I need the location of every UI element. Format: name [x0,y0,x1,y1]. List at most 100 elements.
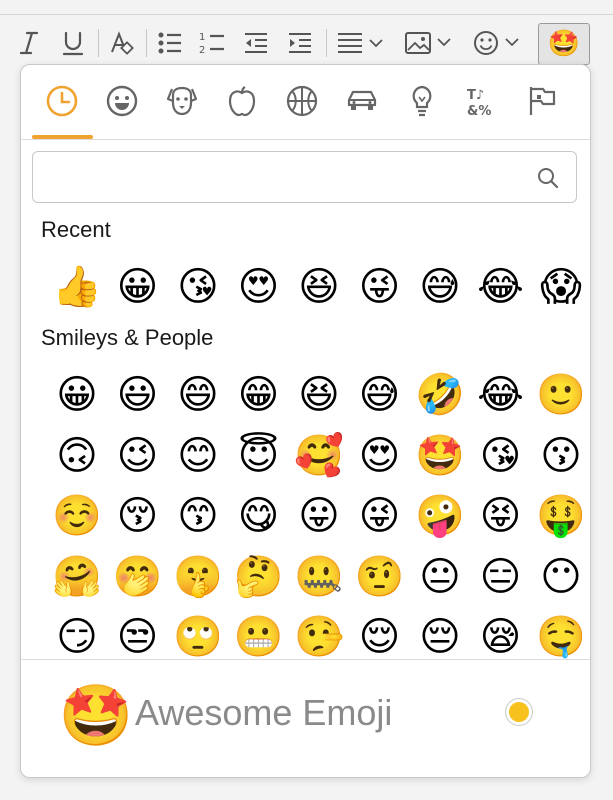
smiley-emoji[interactable]: 😊 [174,432,222,480]
smiley-emoji[interactable]: 😘 [477,432,525,480]
align-icon[interactable] [334,25,390,61]
flags-icon [529,87,556,115]
smiley-emoji[interactable]: 😇 [235,432,283,480]
tab-animals[interactable] [159,79,205,123]
car-icon [347,90,377,110]
tab-activities[interactable] [279,79,325,123]
smiley-emoji[interactable]: 😏 [53,613,101,659]
underline-icon[interactable] [58,25,88,61]
smiley-emoji[interactable]: 😶 [537,553,585,601]
smiley-emoji[interactable]: 🙄 [173,613,223,659]
recent-emoji[interactable]: 😆 [295,263,343,311]
recent-emoji[interactable]: 😜 [356,263,404,311]
recent-emoji[interactable]: 😂 [477,263,525,311]
smiley-emoji[interactable]: 😅 [356,371,404,419]
recent-emoji[interactable]: 😅 [416,263,464,311]
smiley-emoji[interactable]: 🤗 [52,553,102,601]
smiley-emoji[interactable]: 😚 [114,492,162,540]
increase-indent-icon[interactable] [284,25,316,61]
smiley-emoji[interactable]: 😪 [477,613,525,659]
emoji-search-box[interactable] [32,151,577,203]
awesome-emoji-button[interactable]: 🤩 [538,23,590,65]
preview-emoji: 🤩 [58,680,134,751]
svg-text:T♪: T♪ [467,88,484,103]
apple-icon [228,86,256,117]
tab-recent[interactable] [39,79,85,123]
smiley-emoji[interactable]: 😉 [114,432,162,480]
smiley-emoji[interactable]: 😝 [477,492,525,540]
recent-emoji[interactable]: 👍 [52,263,102,311]
recent-emoji[interactable]: 😍 [235,263,283,311]
basketball-icon [286,85,318,117]
smiley-emoji[interactable]: 😑 [477,553,525,601]
smiley-emoji[interactable]: 🤑 [536,492,586,540]
smiley-emoji[interactable]: 😒 [114,613,162,659]
smiley-emoji[interactable]: 🤪 [415,492,465,540]
clear-format-icon[interactable] [106,25,136,61]
lightbulb-icon [412,85,432,117]
category-tabs: T♪ &% [21,65,590,140]
smiley-emoji[interactable]: 😔 [416,613,464,659]
smiley-emoji[interactable]: 🤔 [234,553,284,601]
search-icon[interactable] [536,166,560,190]
smiley-emoji[interactable]: 😍 [356,432,404,480]
tab-flags[interactable] [519,79,565,123]
bulleted-list-icon[interactable] [154,25,186,61]
smiley-emoji[interactable]: 🤣 [415,371,465,419]
smileys-section-title: Smileys & People [41,325,214,350]
smiley-emoji[interactable]: 🤨 [355,553,405,601]
smiley-emoji[interactable]: 😗 [537,432,585,480]
svg-text:1: 1 [199,32,205,43]
tab-objects[interactable] [399,79,445,123]
smiley-emoji[interactable]: 🙂 [536,371,586,419]
preview-emoji-name: Awesome Emoji [135,692,393,733]
recent-emoji[interactable]: 😱 [537,263,585,311]
tab-symbols[interactable]: T♪ &% [459,79,505,123]
smiley-icon [106,85,138,117]
emoji-icon[interactable] [470,25,526,61]
image-icon[interactable] [402,25,458,61]
smiley-emoji[interactable]: 🤤 [536,613,586,659]
search-input[interactable] [43,162,527,194]
emoji-picker-panel: T♪ &% Recent 👍 😀 😘 😍 😆 😜 😅 😂 😱 Smileys & People 😀… [20,64,591,778]
smiley-emoji[interactable]: 😃 [114,371,162,419]
smiley-emoji[interactable]: 🤩 [415,432,465,480]
smiley-emoji[interactable]: 😂 [477,371,525,419]
smiley-emoji[interactable]: 😜 [356,492,404,540]
svg-text:2: 2 [199,45,205,56]
smiley-emoji[interactable]: 😛 [295,492,343,540]
recent-emoji[interactable]: 😀 [114,263,162,311]
numbered-list-icon[interactable]: 12 [196,25,228,61]
svg-text:&%: &% [467,104,491,119]
tab-smileys[interactable] [99,79,145,123]
smiley-emoji[interactable]: 🤥 [294,613,344,659]
smiley-emoji[interactable]: 😐 [416,553,464,601]
toolbar-divider [326,29,327,57]
smileys-emoji-grid: 😀 😃 😄 😁 😆 😅 🤣 😂 🙂 🙃 😉 😊 😇 🥰 😍 🤩 😘 😗 ☺️ 😚 😙 😋 😛 😜 🤪 😝 🤑 🤗 🤭 🤫 🤔 🤐 🤨 😐 😑 😶 😏 😒 🙄… [21,355,590,659]
recent-section-title: Recent [41,217,111,242]
smiley-emoji[interactable]: 😌 [356,613,404,659]
smiley-emoji[interactable]: 😙 [174,492,222,540]
smiley-emoji[interactable]: 😄 [174,371,222,419]
editor-toolbar: 12 [0,14,613,71]
recent-emoji[interactable]: 😘 [174,263,222,311]
emoji-preview-footer: 🤩 Awesome Emoji [21,659,590,777]
smiley-emoji[interactable]: 😬 [234,613,284,659]
tab-food[interactable] [219,79,265,123]
smiley-emoji[interactable]: ☺️ [52,492,102,540]
smiley-emoji[interactable]: 😋 [235,492,283,540]
tab-travel[interactable] [339,79,385,123]
smiley-emoji[interactable]: 🤭 [113,553,163,601]
smiley-emoji[interactable]: 😀 [53,371,101,419]
clock-icon [46,85,78,117]
smiley-emoji[interactable]: 😁 [235,371,283,419]
smiley-emoji[interactable]: 🥰 [294,432,344,480]
italic-icon[interactable] [14,25,44,61]
smiley-emoji[interactable]: 🤫 [173,553,223,601]
decrease-indent-icon[interactable] [240,25,272,61]
smiley-emoji[interactable]: 🤐 [294,553,344,601]
dog-icon [166,86,198,116]
smiley-emoji[interactable]: 😆 [295,371,343,419]
skin-tone-selector[interactable] [509,702,529,722]
smiley-emoji[interactable]: 🙃 [53,432,101,480]
